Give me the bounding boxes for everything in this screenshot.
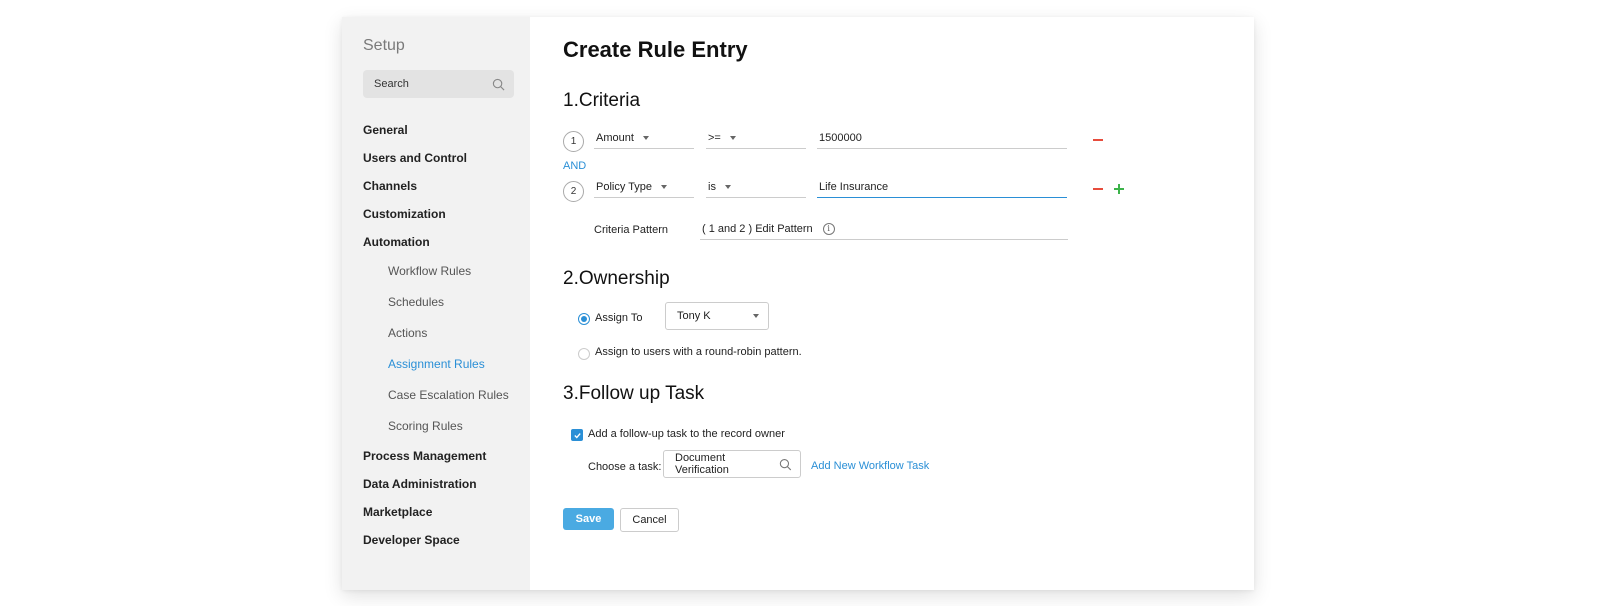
assign-to-label: Assign To (595, 312, 643, 324)
followup-heading: 3.Follow up Task (563, 383, 705, 404)
criteria-row-2-field-value: Policy Type (596, 180, 653, 193)
page-title: Create Rule Entry (563, 37, 748, 62)
sidebar-item-channels[interactable]: Channels (363, 172, 530, 200)
sidebar-item-actions[interactable]: Actions (363, 318, 530, 349)
criteria-row-2-value-input[interactable]: Life Insurance (817, 176, 1067, 198)
criteria-and-label: AND (563, 160, 587, 172)
criteria-row-2-field-select[interactable]: Policy Type (594, 176, 694, 198)
sidebar-item-scoring-rules[interactable]: Scoring Rules (363, 411, 530, 442)
sidebar-item-workflow-rules[interactable]: Workflow Rules (363, 256, 530, 287)
assign-to-value: Tony K (677, 310, 711, 322)
criteria-row-1-number: 1 (563, 131, 584, 152)
app-window: Setup Search General Users and Control C… (342, 17, 1254, 590)
criteria-row-1-operator-value: >= (708, 131, 721, 144)
sidebar: Setup Search General Users and Control C… (342, 17, 530, 590)
criteria-row-1-field-value: Amount (596, 131, 634, 144)
followup-checkbox[interactable] (571, 429, 583, 441)
chevron-down-icon (753, 314, 759, 318)
criteria-row-2-number: 2 (563, 181, 584, 202)
save-button[interactable]: Save (563, 508, 614, 530)
sidebar-item-case-escalation-rules[interactable]: Case Escalation Rules (363, 380, 530, 411)
assign-to-select[interactable]: Tony K (665, 302, 769, 330)
search-placeholder: Search (374, 78, 409, 90)
round-robin-radio[interactable] (578, 348, 590, 360)
sidebar-item-automation[interactable]: Automation (363, 228, 530, 256)
sidebar-item-marketplace[interactable]: Marketplace (363, 498, 530, 526)
criteria-row-2-operator-value: is (708, 180, 716, 193)
add-new-workflow-task-link[interactable]: Add New Workflow Task (811, 460, 929, 472)
sidebar-item-developer-space[interactable]: Developer Space (363, 526, 530, 554)
chevron-down-icon (729, 135, 736, 140)
criteria-pattern-label: Criteria Pattern (594, 224, 668, 236)
criteria-row-1-value-input[interactable]: 1500000 (817, 127, 1067, 149)
ownership-heading: 2.Ownership (563, 268, 670, 289)
search-icon (780, 458, 792, 470)
sidebar-search-input[interactable]: Search (363, 70, 514, 98)
criteria-pattern-value[interactable]: ( 1 and 2 ) Edit Pattern (702, 223, 813, 235)
remove-row-1-icon[interactable] (1093, 139, 1103, 141)
sidebar-item-process-management[interactable]: Process Management (363, 442, 530, 470)
criteria-pattern-field: ( 1 and 2 ) Edit Pattern i (700, 218, 1068, 240)
criteria-row-1-operator-select[interactable]: >= (706, 127, 806, 149)
chevron-down-icon (724, 184, 731, 189)
cancel-button[interactable]: Cancel (620, 508, 679, 532)
sidebar-item-users-and-control[interactable]: Users and Control (363, 144, 530, 172)
criteria-row-1-field-select[interactable]: Amount (594, 127, 694, 149)
sidebar-item-customization[interactable]: Customization (363, 200, 530, 228)
criteria-row-2-value: Life Insurance (819, 180, 889, 193)
choose-task-label: Choose a task: (588, 461, 662, 473)
chevron-down-icon (642, 135, 649, 140)
sidebar-title: Setup (363, 37, 405, 54)
sidebar-item-schedules[interactable]: Schedules (363, 287, 530, 318)
sidebar-item-assignment-rules[interactable]: Assignment Rules (363, 349, 530, 380)
followup-checkbox-label: Add a follow-up task to the record owner (588, 428, 785, 440)
round-robin-label: Assign to users with a round-robin patte… (595, 346, 802, 358)
checkmark-icon (573, 432, 581, 438)
add-row-icon[interactable] (1114, 184, 1124, 194)
sidebar-item-general[interactable]: General (363, 116, 530, 144)
assign-to-radio[interactable] (578, 313, 590, 325)
info-icon[interactable]: i (822, 222, 835, 235)
sidebar-nav: General Users and Control Channels Custo… (363, 116, 530, 554)
task-input-value: Document Verification (675, 452, 729, 476)
sidebar-item-data-administration[interactable]: Data Administration (363, 470, 530, 498)
criteria-row-1-value: 1500000 (819, 131, 862, 144)
criteria-row-2-operator-select[interactable]: is (706, 176, 806, 198)
criteria-heading: 1.Criteria (563, 90, 641, 111)
main-content: Create Rule Entry 1.Criteria 1 Amount >=… (530, 17, 1254, 590)
chevron-down-icon (661, 184, 668, 189)
search-icon (492, 78, 505, 90)
remove-row-2-icon[interactable] (1093, 188, 1103, 190)
task-search-input[interactable]: Document Verification (663, 450, 801, 478)
